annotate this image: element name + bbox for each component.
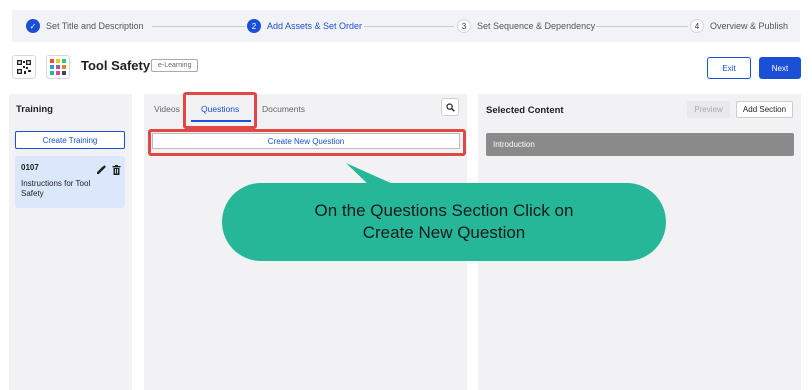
step-label: Set Title and Description [46, 21, 144, 31]
callout-line-1: On the Questions Section Click on [314, 201, 574, 220]
training-card[interactable]: 0107 Instructions for Tool Safety [15, 156, 125, 208]
step-connector [152, 26, 246, 27]
search-button[interactable] [441, 98, 459, 116]
step-overview-publish[interactable]: 4 Overview & Publish [690, 10, 788, 42]
step-connector [364, 26, 454, 27]
questions-tab-highlight [183, 92, 257, 129]
qr-code-icon[interactable] [12, 55, 36, 79]
page-title: Tool Safety [81, 58, 151, 73]
delete-trash-icon[interactable] [112, 162, 121, 180]
step-number: 3 [457, 19, 471, 33]
tab-documents[interactable]: Documents [262, 104, 305, 114]
create-training-button[interactable]: Create Training [15, 131, 125, 149]
add-section-button[interactable]: Add Section [736, 101, 793, 118]
training-panel-title: Training [16, 104, 53, 115]
progress-stepper: ✓ Set Title and Description 2 Add Assets… [12, 10, 800, 42]
training-name: Instructions for Tool Safety [21, 179, 91, 198]
step-label: Add Assets & Set Order [267, 21, 363, 31]
course-thumbnail-icon [46, 55, 70, 79]
callout-line-2: Create New Question [362, 223, 526, 242]
tab-videos[interactable]: Videos [154, 104, 180, 114]
course-type-badge: e-Learning [151, 59, 199, 72]
step-connector [596, 26, 688, 27]
step-label: Set Sequence & Dependency [477, 21, 596, 31]
search-icon [445, 102, 455, 112]
selected-content-title: Selected Content [486, 105, 564, 116]
training-panel: Training Create Training 0107 Instructio… [9, 94, 132, 390]
step-set-title[interactable]: ✓ Set Title and Description [26, 10, 144, 42]
step-label: Overview & Publish [710, 21, 789, 31]
exit-button[interactable]: Exit [707, 57, 751, 79]
step-add-assets[interactable]: 2 Add Assets & Set Order [247, 10, 362, 42]
edit-pencil-icon[interactable] [96, 162, 106, 180]
preview-button[interactable]: Preview [687, 101, 730, 118]
instruction-callout: On the Questions Section Click on Create… [222, 183, 666, 261]
training-code: 0107 [21, 163, 39, 172]
create-question-highlight [148, 129, 466, 156]
step-done-check-icon: ✓ [26, 19, 40, 33]
section-item-introduction[interactable]: Introduction [486, 133, 794, 156]
next-button[interactable]: Next [759, 57, 801, 79]
step-number: 2 [247, 19, 261, 33]
step-number: 4 [690, 19, 704, 33]
step-set-sequence[interactable]: 3 Set Sequence & Dependency [457, 10, 595, 42]
